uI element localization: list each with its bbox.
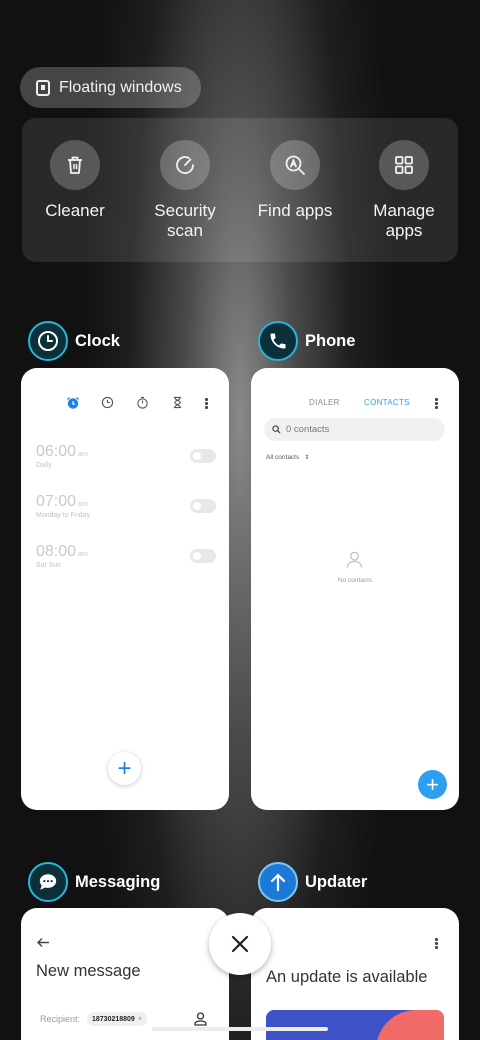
- trash-icon: [68, 156, 82, 174]
- clock-app-name: Clock: [75, 331, 120, 350]
- clock-app-card[interactable]: 06:00 am Daily 07:00 am Monday to Friday 0…: [21, 368, 229, 810]
- contacts-search-input[interactable]: 0 contacts: [264, 418, 445, 441]
- messaging-app-header[interactable]: Messaging: [28, 862, 160, 902]
- floating-windows-label: Floating windows: [59, 78, 182, 96]
- security-scan-icon: [176, 156, 194, 174]
- find-apps-label: Find apps: [257, 201, 333, 220]
- alarm-repeat: Daily: [36, 462, 52, 469]
- updater-app-header[interactable]: Updater: [258, 862, 367, 902]
- clock-more-icon[interactable]: [205, 398, 208, 410]
- manage-apps-button[interactable]: Manage apps: [354, 140, 454, 241]
- contact-picker-icon[interactable]: [194, 1012, 207, 1026]
- messaging-app-card[interactable]: New message Recipient: 18730218809 ×: [21, 908, 229, 1040]
- alarm-row[interactable]: 06:00 am Daily: [36, 443, 216, 483]
- cleaner-label: Cleaner: [45, 201, 105, 220]
- phone-app-name: Phone: [305, 331, 356, 350]
- alarm-toggle[interactable]: [190, 449, 216, 463]
- close-icon: [231, 935, 249, 953]
- contacts-filter-label: All contacts: [266, 454, 300, 461]
- updater-app-card[interactable]: An update is available: [251, 908, 459, 1040]
- contacts-filter[interactable]: All contacts ⇕: [266, 454, 309, 461]
- updater-more-icon[interactable]: [435, 938, 438, 950]
- phone-app-icon: [258, 321, 298, 361]
- manage-apps-label: Manage apps: [373, 201, 435, 240]
- close-all-button[interactable]: [209, 913, 271, 975]
- alarm-repeat: Sat Sun: [36, 562, 61, 569]
- add-alarm-button[interactable]: +: [108, 752, 141, 785]
- alarm-tab-icon[interactable]: [66, 396, 80, 410]
- find-apps-icon: [285, 155, 305, 175]
- alarm-time: 06:00: [36, 443, 77, 460]
- back-arrow-icon[interactable]: [36, 937, 50, 948]
- alarm-time: 07:00: [36, 493, 77, 510]
- grid-icon: [395, 156, 413, 174]
- recipient-chip[interactable]: 18730218809 ×: [87, 1012, 147, 1026]
- alarm-row[interactable]: 07:00 am Monday to Friday: [36, 493, 216, 533]
- messaging-app-name: Messaging: [75, 872, 161, 891]
- find-apps-button[interactable]: Find apps: [245, 140, 345, 221]
- recipient-label: Recipient:: [40, 1014, 81, 1024]
- phone-app-header[interactable]: Phone: [258, 321, 355, 361]
- new-message-title: New message: [36, 962, 141, 980]
- alarm-row[interactable]: 08:00 am Sat Sun: [36, 543, 216, 583]
- tab-contacts[interactable]: CONTACTS: [364, 398, 410, 407]
- alarm-toggle[interactable]: [190, 549, 216, 563]
- contact-placeholder-icon: [346, 551, 363, 568]
- search-icon: [272, 425, 281, 434]
- alarm-ampm: am: [78, 551, 88, 558]
- no-contacts-text: No contacts: [337, 577, 373, 584]
- quick-actions-panel: Cleaner Security scan Find apps Manage a…: [22, 118, 458, 262]
- contacts-search-placeholder: 0 contacts: [286, 424, 330, 435]
- updater-app-name: Updater: [305, 872, 368, 891]
- messaging-app-icon: [28, 862, 68, 902]
- security-scan-button[interactable]: Security scan: [135, 140, 235, 241]
- update-available-title: An update is available: [266, 968, 428, 986]
- tab-dialer[interactable]: DIALER: [309, 398, 340, 407]
- alarm-ampm: am: [78, 501, 88, 508]
- world-clock-tab-icon[interactable]: [101, 396, 114, 409]
- update-banner-image: [266, 1010, 444, 1040]
- remove-recipient-icon[interactable]: ×: [138, 1016, 142, 1023]
- cleaner-button[interactable]: Cleaner: [25, 140, 125, 221]
- alarm-time: 08:00: [36, 543, 77, 560]
- stopwatch-tab-icon[interactable]: [136, 396, 149, 409]
- recipient-chip-number: 18730218809: [92, 1015, 135, 1023]
- timer-tab-icon[interactable]: [172, 396, 183, 409]
- clock-app-header[interactable]: Clock: [28, 321, 120, 361]
- floating-window-icon: [36, 79, 50, 96]
- floating-windows-button[interactable]: Floating windows: [20, 67, 201, 108]
- add-contact-button[interactable]: +: [418, 770, 447, 799]
- updater-app-icon: [258, 862, 298, 902]
- phone-app-card[interactable]: DIALER CONTACTS 0 contacts All contacts …: [251, 368, 459, 810]
- clock-app-icon: [28, 321, 68, 361]
- home-indicator[interactable]: [152, 1027, 328, 1031]
- filter-chevron-icon: ⇕: [304, 455, 310, 461]
- alarm-repeat: Monday to Friday: [36, 512, 91, 519]
- security-scan-label: Security scan: [154, 201, 216, 240]
- alarm-ampm: am: [78, 451, 88, 458]
- phone-more-icon[interactable]: [435, 398, 438, 410]
- alarm-toggle[interactable]: [190, 499, 216, 513]
